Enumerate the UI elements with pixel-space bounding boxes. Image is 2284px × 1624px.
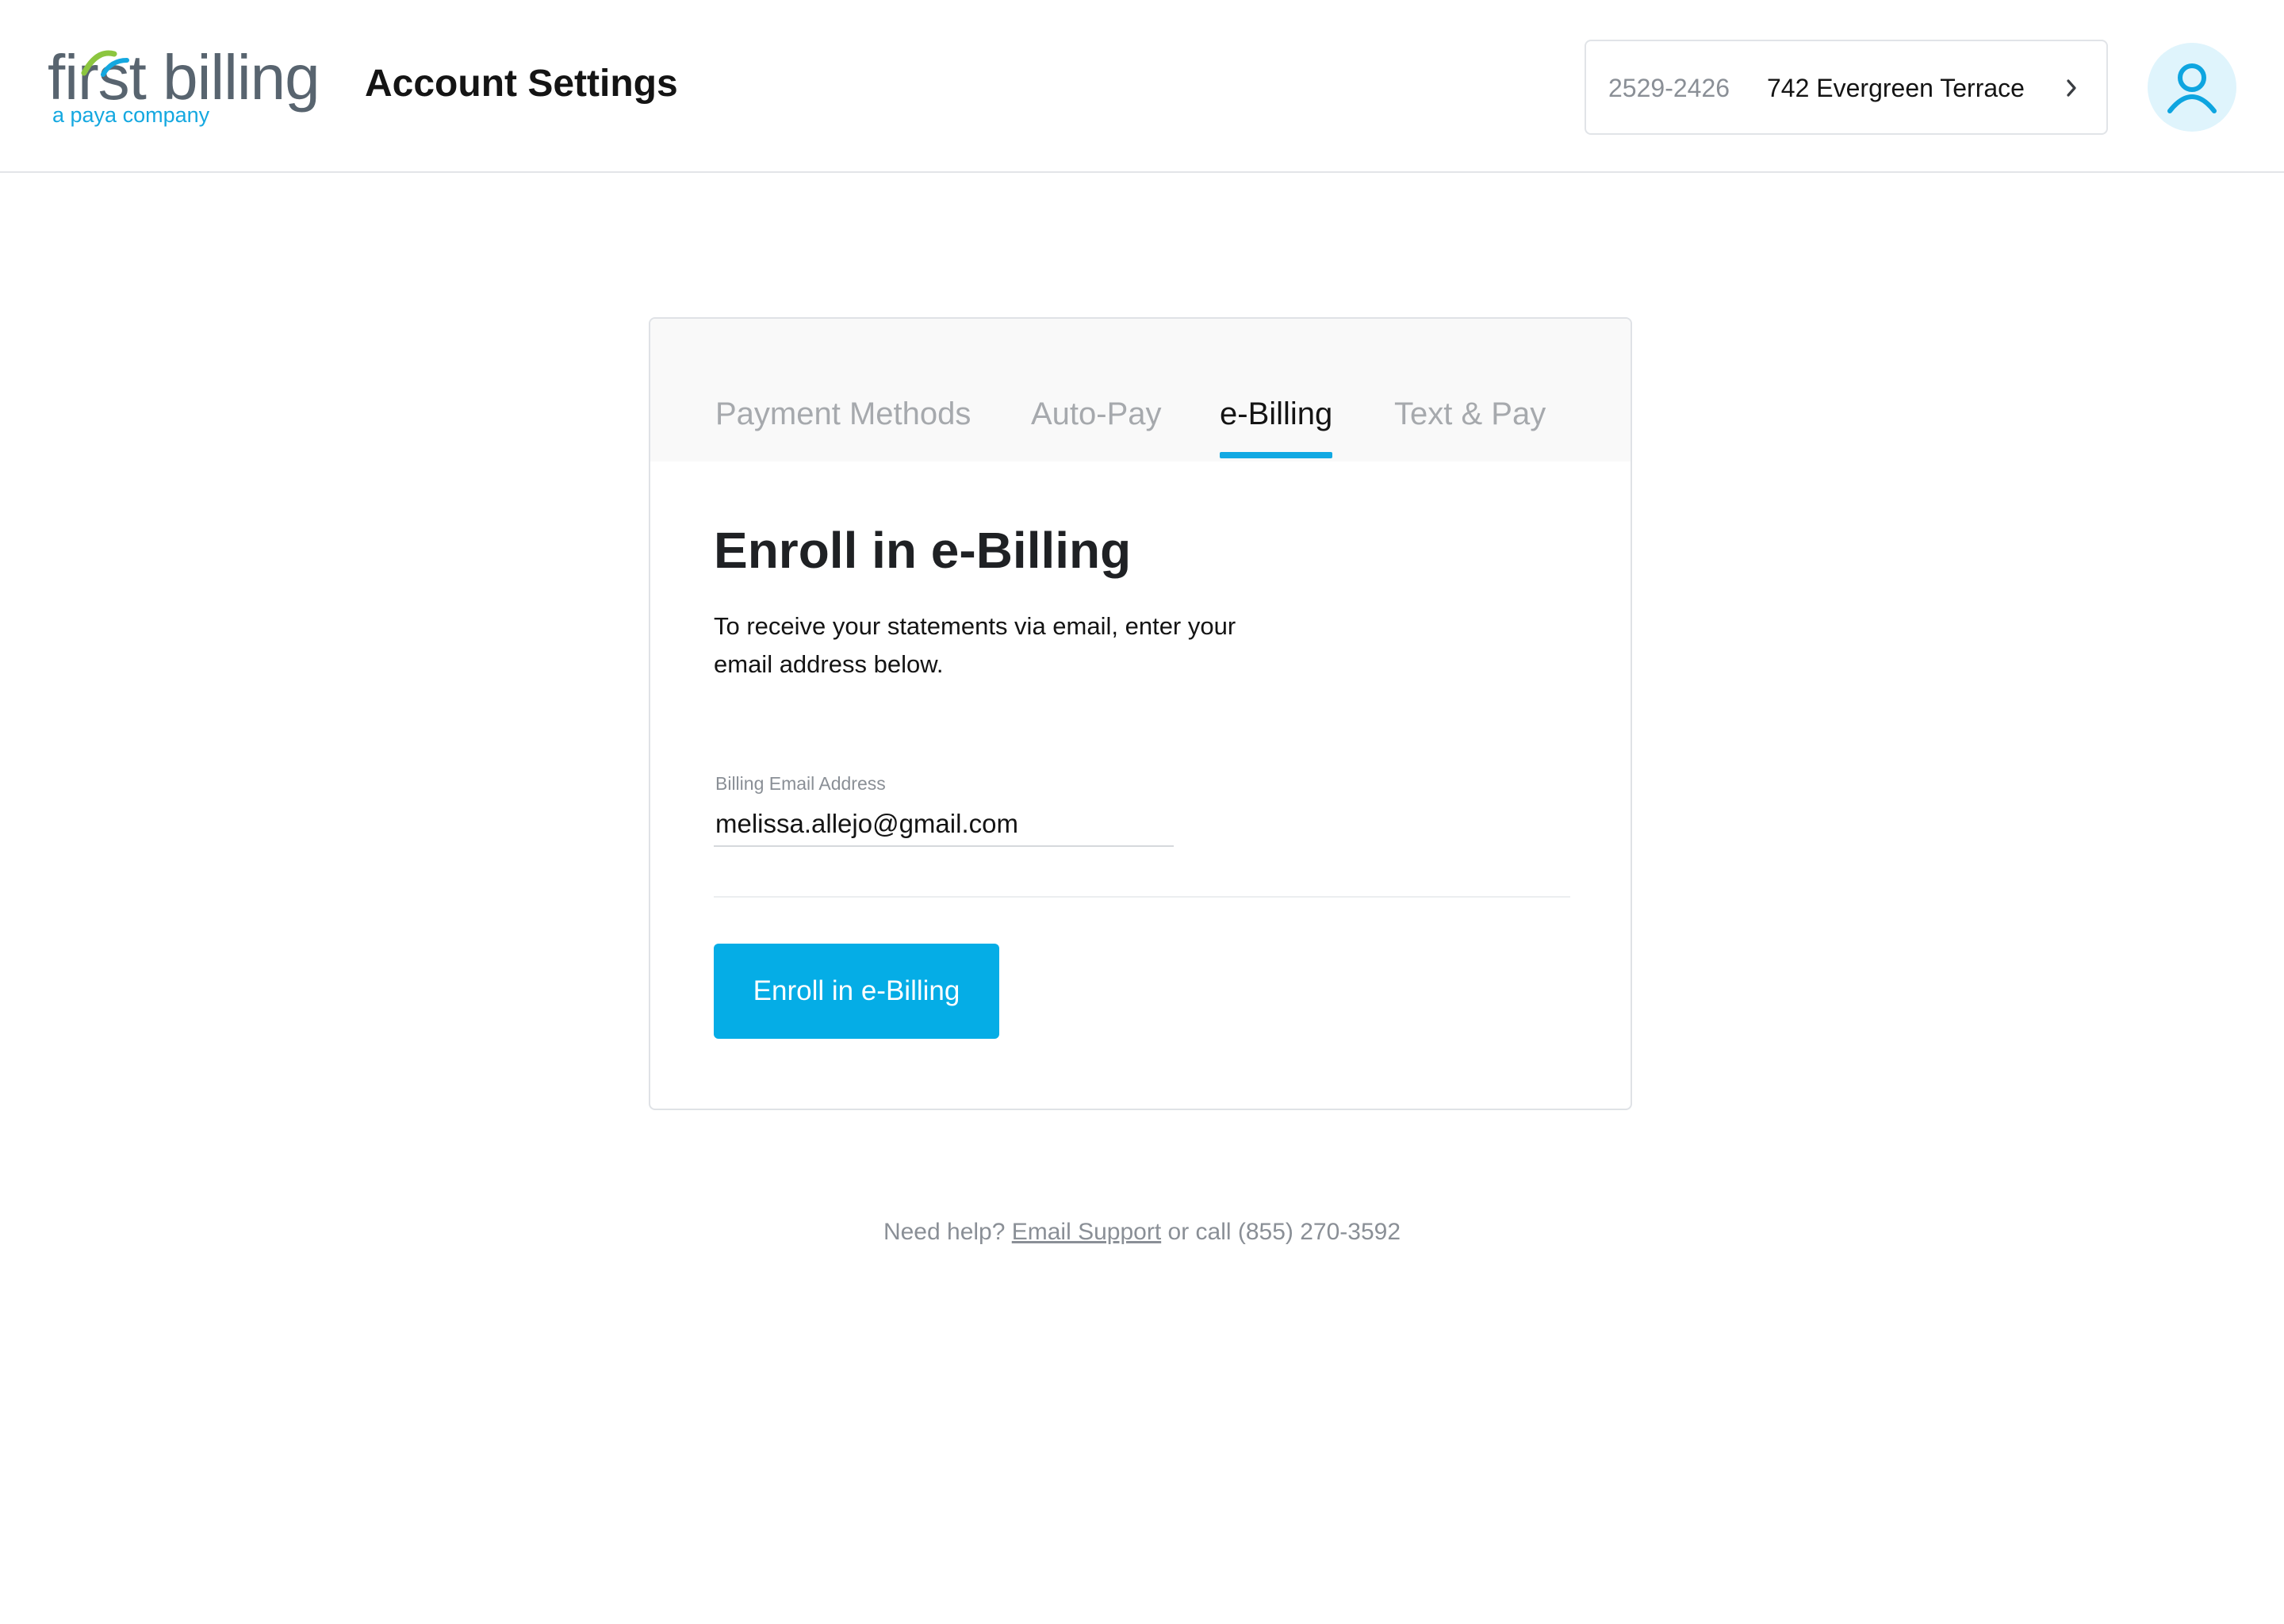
active-tab-indicator <box>1220 452 1333 458</box>
ebilling-description: To receive your statements via email, en… <box>714 612 1236 678</box>
help-suffix: or call (855) 270-3592 <box>1161 1219 1401 1245</box>
billing-email-label: Billing Email Address <box>715 773 886 794</box>
help-line: Need help? Email Support or call (855) 2… <box>0 1216 2284 1248</box>
tab-e-billing-label: e-Billing <box>1220 396 1333 431</box>
help-prefix: Need help? <box>883 1219 1012 1245</box>
email-support-link[interactable]: Email Support <box>1012 1219 1161 1245</box>
settings-card: Payment Methods Auto-Pay e-Billing Text … <box>649 317 1632 1110</box>
tab-payment-methods[interactable]: Payment Methods <box>715 395 971 433</box>
tab-auto-pay[interactable]: Auto-Pay <box>1031 395 1162 433</box>
logo-swoosh-icon <box>81 50 129 77</box>
enroll-ebilling-button[interactable]: Enroll in e-Billing <box>714 944 999 1039</box>
first-billing-logo[interactable]: first billing a paya company <box>48 38 320 133</box>
user-avatar-button[interactable] <box>2148 43 2236 132</box>
billing-email-input[interactable] <box>714 802 1174 847</box>
chevron-right-icon <box>2067 79 2076 97</box>
settings-tab-bar: Payment Methods Auto-Pay e-Billing Text … <box>650 319 1631 462</box>
ebilling-heading: Enroll in e-Billing <box>714 522 1132 579</box>
account-number: 2529-2426 <box>1608 74 1730 102</box>
logo-tagline: a paya company <box>52 103 210 127</box>
page-title: Account Settings <box>365 63 678 105</box>
tab-text-and-pay[interactable]: Text & Pay <box>1394 395 1546 433</box>
account-selector[interactable]: 2529-2426 742 Evergreen Terrace <box>1585 40 2108 135</box>
user-icon <box>2167 63 2217 113</box>
app-header: first billing a paya company Account Set… <box>0 0 2284 173</box>
form-divider <box>714 896 1570 898</box>
tab-e-billing[interactable]: e-Billing <box>1220 395 1333 458</box>
account-address: 742 Evergreen Terrace <box>1767 74 2025 102</box>
